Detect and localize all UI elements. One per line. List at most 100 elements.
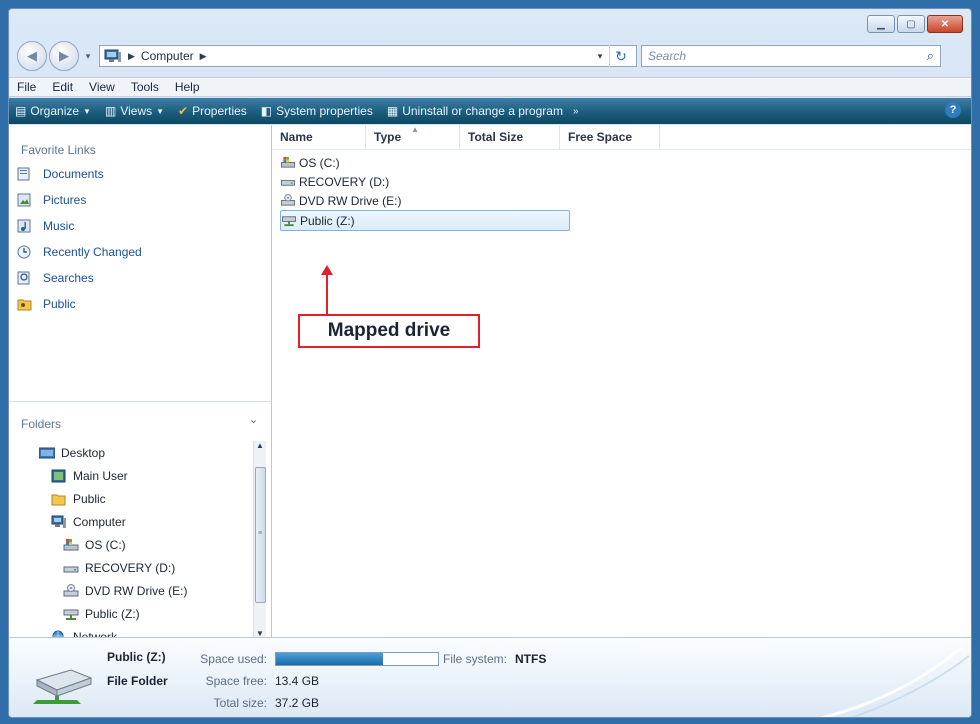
menu-bar: File Edit View Tools Help — [9, 77, 971, 97]
tree-item-label: Public (Z:) — [85, 606, 140, 621]
tree-item-recovery-drive[interactable]: RECOVERY (D:) — [39, 556, 249, 579]
list-item-dvd-drive[interactable]: DVD RW Drive (E:) — [280, 191, 570, 210]
views-icon: ▥ — [104, 104, 117, 118]
menu-view[interactable]: View — [89, 80, 115, 94]
column-header-name[interactable]: Name — [272, 125, 366, 149]
column-header-total-size[interactable]: Total Size — [460, 125, 560, 149]
os-drive-icon — [281, 156, 295, 168]
tree-item-main-user[interactable]: Main User — [39, 464, 249, 487]
network-drive-icon — [282, 216, 296, 227]
back-button[interactable]: ◀ — [17, 41, 47, 71]
favorite-link-music[interactable]: Music — [17, 213, 142, 239]
searches-icon — [17, 271, 30, 285]
chevron-down-icon: ▼ — [83, 106, 91, 116]
documents-icon — [17, 167, 30, 181]
tree-item-public[interactable]: Public — [39, 487, 249, 510]
uninstall-label: Uninstall or change a program — [402, 104, 563, 118]
menu-file[interactable]: File — [17, 80, 36, 94]
list-item-public-network-drive[interactable]: Public (Z:) — [280, 210, 570, 231]
space-free-value: 13.4 GB — [275, 674, 320, 688]
file-list: OS (C:) RECOVERY (D:) DVD RW Drive (E:) … — [280, 153, 570, 231]
more-commands-button[interactable]: » — [573, 106, 579, 117]
details-item-name: Public (Z:) — [107, 650, 166, 664]
menu-help[interactable]: Help — [175, 80, 200, 94]
close-button[interactable]: ✕ — [927, 15, 963, 33]
tree-item-label: Public — [73, 491, 106, 506]
favorite-link-documents[interactable]: Documents — [17, 161, 142, 187]
help-icon[interactable]: ? — [945, 102, 961, 118]
search-input[interactable]: Search ⌕ — [641, 45, 941, 67]
minimize-button[interactable]: ▁ — [867, 15, 895, 33]
recently-changed-icon — [17, 245, 31, 259]
tree-item-os-drive[interactable]: OS (C:) — [39, 533, 249, 556]
views-button[interactable]: ▥ Views ▼ — [105, 104, 164, 118]
favorite-link-label: Pictures — [43, 193, 87, 207]
space-used-bar — [275, 652, 439, 666]
tree-item-dvd-drive[interactable]: DVD RW Drive (E:) — [39, 579, 249, 602]
dvd-drive-icon — [281, 194, 295, 206]
sort-arrow-icon: ▲ — [411, 124, 420, 134]
tree-item-desktop[interactable]: Desktop — [39, 441, 249, 464]
breadcrumb-separator[interactable]: ▶ — [128, 51, 135, 62]
tree-item-label: DVD RW Drive (E:) — [85, 583, 188, 598]
tree-item-computer[interactable]: Computer — [39, 510, 249, 533]
properties-button[interactable]: ✔ Properties — [178, 104, 247, 118]
list-item-os-drive[interactable]: OS (C:) — [280, 153, 570, 172]
tree-item-label: RECOVERY (D:) — [85, 560, 176, 575]
column-header-free-space[interactable]: Free Space — [560, 125, 660, 149]
search-icon[interactable]: ⌕ — [927, 48, 934, 64]
list-item-label: Public (Z:) — [300, 213, 355, 228]
tree-item-label: Main User — [73, 468, 128, 483]
breadcrumb-separator[interactable]: ▶ — [200, 51, 207, 62]
favorite-link-pictures[interactable]: Pictures — [17, 187, 142, 213]
folder-tree-scrollbar[interactable]: ▲ ≡ ▼ — [253, 441, 266, 641]
menu-edit[interactable]: Edit — [52, 80, 73, 94]
music-icon — [17, 219, 31, 233]
back-arrow-icon: ◀ — [27, 48, 37, 63]
favorite-link-public[interactable]: Public — [17, 291, 142, 317]
views-label: Views — [120, 104, 153, 118]
organize-button[interactable]: ▤ Organize ▼ — [15, 104, 91, 118]
folder-icon — [51, 494, 66, 505]
search-placeholder: Search — [648, 49, 687, 63]
address-bar[interactable]: ▶ Computer ▶ ▾ ↻ — [99, 45, 637, 67]
organize-label: Organize — [30, 104, 80, 118]
favorite-link-label: Music — [43, 219, 75, 233]
scrollbar-thumb[interactable]: ≡ — [255, 467, 266, 603]
tree-item-label: Computer — [73, 514, 126, 529]
forward-button[interactable]: ▶ — [49, 41, 79, 71]
recent-pages-dropdown[interactable]: ▾ — [81, 49, 95, 63]
favorite-links-list: Documents Pictures Music Recently Change… — [17, 161, 142, 317]
tree-item-label: OS (C:) — [85, 537, 126, 552]
chevron-down-icon[interactable]: ⌄ — [249, 413, 258, 426]
column-header-type[interactable]: Type ▲ — [366, 125, 460, 149]
folders-title[interactable]: Folders — [21, 417, 61, 431]
address-dropdown[interactable]: ▾ — [593, 51, 607, 62]
computer-icon — [51, 515, 66, 528]
favorite-link-label: Public — [43, 297, 76, 311]
programs-icon: ▦ — [386, 104, 399, 118]
favorite-link-searches[interactable]: Searches — [17, 265, 142, 291]
favorite-link-recently-changed[interactable]: Recently Changed — [17, 239, 142, 265]
system-properties-button[interactable]: ◧ System properties — [261, 104, 373, 118]
scroll-up-arrow-icon[interactable]: ▲ — [254, 441, 266, 453]
favorite-links-title: Favorite Links — [21, 143, 96, 157]
column-headers: Name Type ▲ Total Size Free Space — [272, 125, 971, 150]
menu-tools[interactable]: Tools — [131, 80, 159, 94]
pane-divider — [9, 401, 271, 402]
tree-item-public-network-drive[interactable]: Public (Z:) — [39, 602, 249, 625]
space-free-label: Space free: — [205, 674, 267, 688]
maximize-button[interactable]: ▢ — [897, 15, 925, 33]
pictures-icon — [17, 193, 31, 207]
refresh-icon[interactable]: ↻ — [609, 45, 632, 67]
total-size-label: Total size: — [213, 696, 267, 710]
uninstall-program-button[interactable]: ▦ Uninstall or change a program — [387, 104, 563, 118]
network-drive-icon — [33, 669, 93, 704]
list-item-recovery-drive[interactable]: RECOVERY (D:) — [280, 172, 570, 191]
address-row: ◀ ▶ ▾ ▶ Computer ▶ ▾ ↻ Search ⌕ — [17, 39, 963, 73]
file-list-pane: Name Type ▲ Total Size Free Space OS (C:)… — [272, 125, 971, 637]
annotation-callout: Mapped drive — [298, 314, 480, 348]
space-used-bar-fill — [276, 653, 383, 665]
breadcrumb-computer[interactable]: Computer — [141, 49, 194, 63]
screenshot-frame: ▁ ▢ ✕ ◀ ▶ ▾ ▶ Computer ▶ ▾ ↻ Search ⌕ Fi… — [0, 0, 980, 724]
